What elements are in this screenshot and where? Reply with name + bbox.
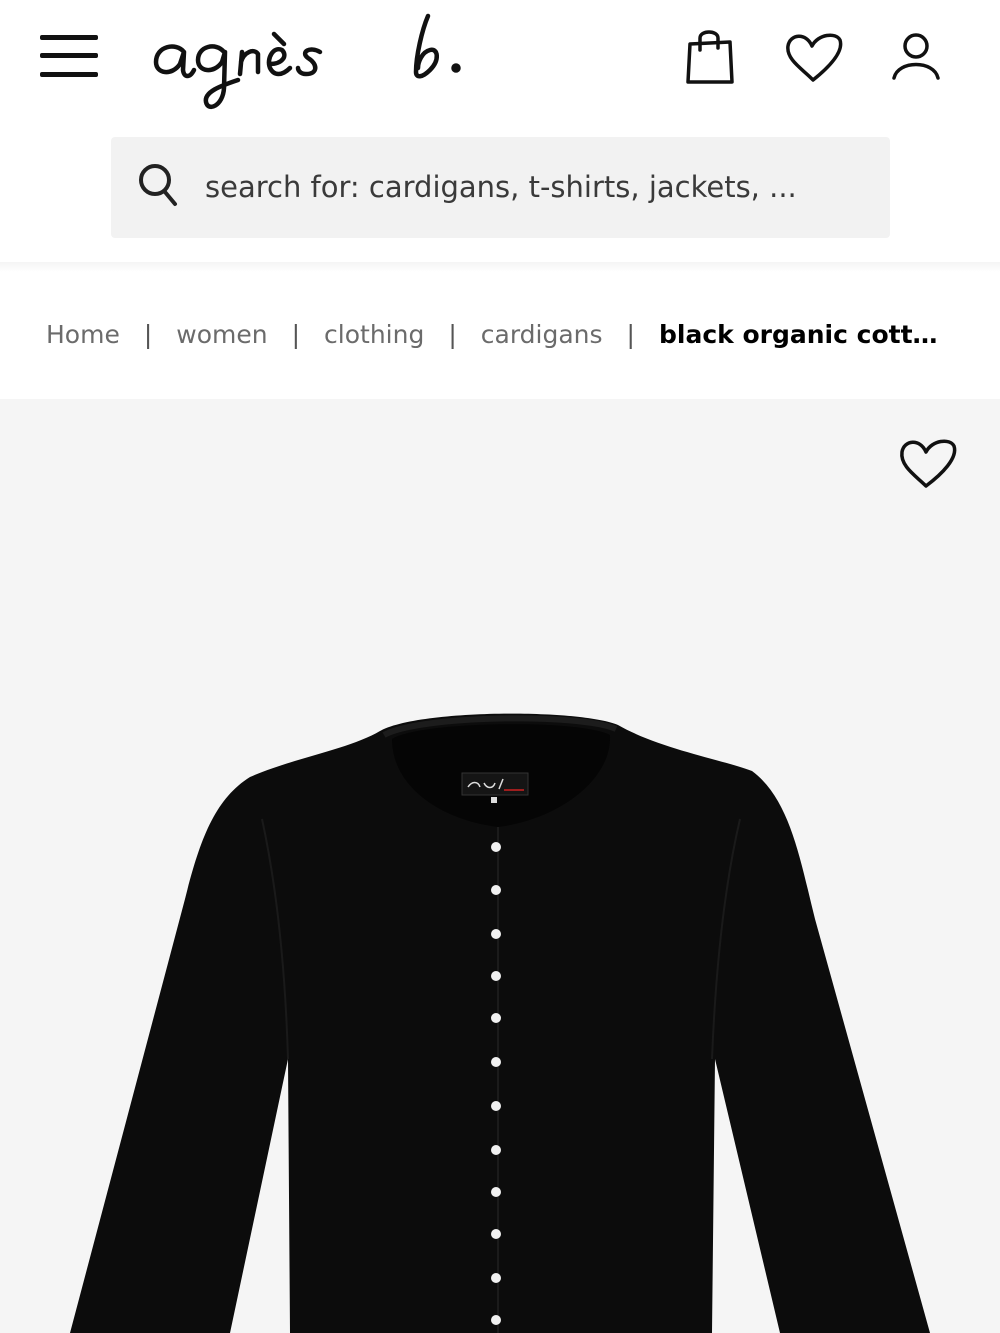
breadcrumb-home[interactable]: Home [46, 320, 120, 349]
hamburger-menu-icon-bar [40, 53, 98, 58]
breadcrumb-cardigans[interactable]: cardigans [481, 320, 603, 349]
header-divider [0, 262, 1000, 272]
breadcrumb-women[interactable]: women [176, 320, 267, 349]
heart-icon[interactable] [784, 30, 844, 84]
breadcrumb-separator: | [291, 319, 301, 349]
user-icon[interactable] [890, 30, 942, 82]
shopping-bag-icon[interactable] [684, 28, 736, 86]
product-image [70, 713, 930, 1333]
breadcrumb-separator: | [626, 319, 635, 349]
menu-button[interactable] [40, 33, 98, 81]
brand-logo[interactable] [150, 8, 480, 112]
breadcrumb-separator: | [448, 319, 457, 349]
breadcrumb-clothing[interactable]: clothing [324, 320, 424, 349]
hamburger-menu-icon-bar [40, 72, 98, 77]
search-bar[interactable] [111, 137, 890, 238]
heart-outline-icon[interactable] [896, 434, 960, 490]
hamburger-menu-icon [40, 35, 98, 40]
breadcrumb-current-product: black organic cotto... [658, 319, 939, 349]
site-header [0, 0, 1000, 266]
product-image-area[interactable] [0, 399, 1000, 1333]
breadcrumb: Home | women | clothing | cardigans | bl… [46, 312, 966, 356]
search-icon [139, 164, 177, 206]
search-input[interactable] [205, 161, 865, 213]
breadcrumb-separator: | [143, 319, 153, 349]
